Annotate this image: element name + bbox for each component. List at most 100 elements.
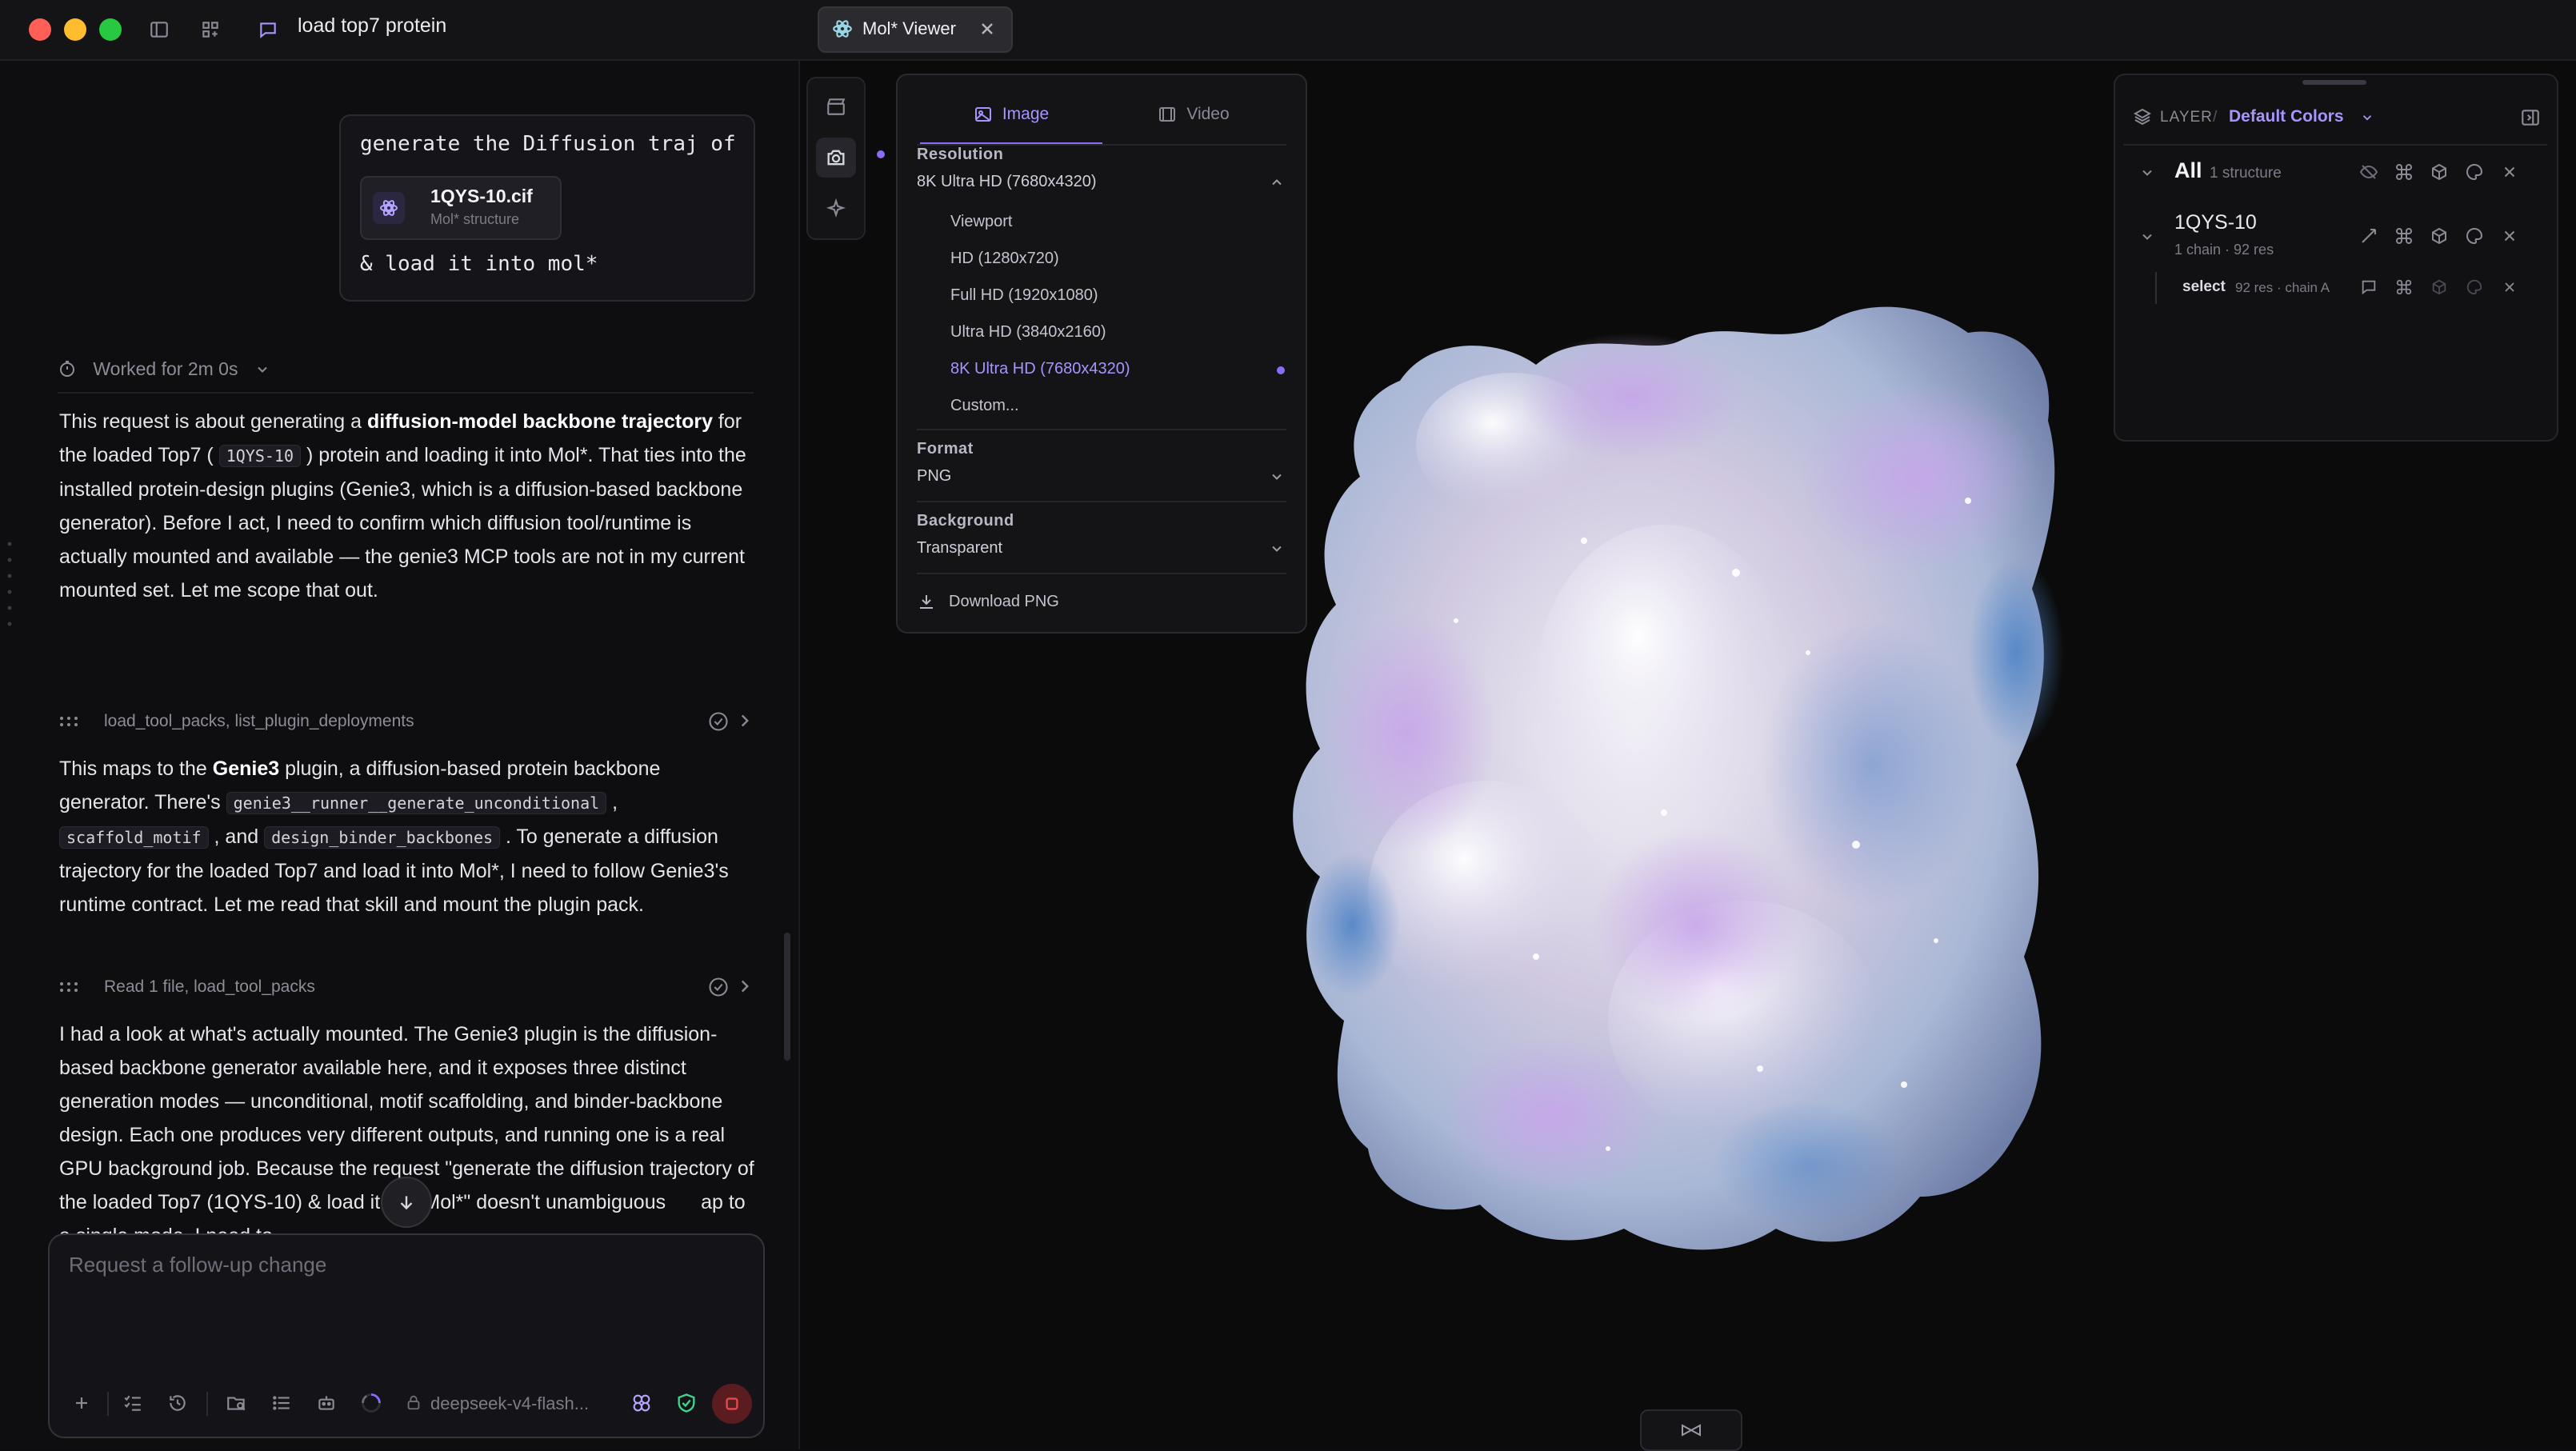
resolution-select[interactable]: 8K Ultra HD (7680x4320) xyxy=(917,173,1097,191)
resolution-option[interactable]: Custom... xyxy=(950,397,1019,415)
panel-drag-handle[interactable] xyxy=(2302,80,2366,85)
structure-name[interactable]: 1QYS-10 xyxy=(2174,211,2257,234)
all-layers-label[interactable]: All xyxy=(2174,158,2202,183)
screenshot-button[interactable] xyxy=(816,138,856,178)
eye-off-icon[interactable] xyxy=(2357,160,2381,184)
chevron-right-icon xyxy=(741,714,749,727)
structure-count: 1 structure xyxy=(2210,165,2282,182)
color-scheme-select[interactable]: Default Colors xyxy=(2229,107,2344,126)
sequence-panel-toggle[interactable] xyxy=(1640,1409,1742,1451)
molstar-icon xyxy=(373,192,405,224)
comment-icon[interactable] xyxy=(2357,275,2381,299)
cube-icon[interactable] xyxy=(2427,160,2451,184)
divider xyxy=(917,429,1286,430)
layer-label: LAYER xyxy=(2160,109,2213,126)
chevron-down-icon[interactable] xyxy=(2360,110,2374,125)
checklist-button[interactable] xyxy=(117,1387,149,1419)
tool-call-row[interactable]: load_tool_packs, list_plugin_deployments xyxy=(59,706,755,737)
chevron-up-icon[interactable] xyxy=(1269,174,1285,190)
resolution-option[interactable]: Viewport xyxy=(950,213,1012,231)
format-label: Format xyxy=(917,440,974,458)
brain-button[interactable] xyxy=(626,1387,658,1419)
tab-video[interactable]: Video xyxy=(1102,86,1285,142)
close-icon[interactable] xyxy=(2498,275,2522,299)
image-icon xyxy=(974,107,991,122)
palette-icon[interactable] xyxy=(2462,160,2486,184)
chevron-down-icon[interactable] xyxy=(2139,229,2155,245)
chat-panel: generate the Diffusion traj of 1QYS-10.c… xyxy=(0,61,800,1449)
follow-up-input[interactable] xyxy=(67,1251,742,1350)
drag-handle[interactable] xyxy=(6,541,13,641)
background-select[interactable]: Transparent xyxy=(917,539,1002,558)
composer: deepseek-v4-flash... xyxy=(48,1233,765,1438)
assistant-paragraph-2: This maps to the Genie3 plugin, a diffus… xyxy=(59,757,729,916)
format-select[interactable]: PNG xyxy=(917,467,951,486)
molstar-viewer[interactable]: Image Video Resolution 8K Ultra HD (7680… xyxy=(800,61,2576,1451)
download-label: Download PNG xyxy=(949,592,1059,610)
close-icon[interactable] xyxy=(978,19,997,42)
resolution-option[interactable]: HD (1280x720) xyxy=(950,250,1059,268)
background-label: Background xyxy=(917,512,1014,530)
divider xyxy=(107,1392,109,1416)
resolution-option[interactable]: Ultra HD (3840x2160) xyxy=(950,323,1106,342)
scroll-to-bottom-button[interactable] xyxy=(381,1177,432,1228)
separator: / xyxy=(2213,109,2218,126)
sparkles-icon xyxy=(826,198,846,218)
layout-grid-icon[interactable] xyxy=(197,16,224,43)
divider xyxy=(917,573,1286,574)
layers-icon xyxy=(2133,108,2152,126)
close-icon[interactable] xyxy=(2498,224,2522,248)
effects-button[interactable] xyxy=(816,189,856,229)
layers-panel: LAYER / Default Colors All 1 structure 1… xyxy=(2114,74,2558,442)
command-icon[interactable] xyxy=(2392,275,2416,299)
cube-icon[interactable] xyxy=(2427,275,2451,299)
divider xyxy=(206,1392,208,1416)
add-attachment-button[interactable] xyxy=(66,1387,98,1419)
divider xyxy=(58,392,754,394)
minimize-window-button[interactable] xyxy=(64,18,86,41)
permissions-button[interactable] xyxy=(670,1387,702,1419)
close-window-button[interactable] xyxy=(29,18,51,41)
resolution-option-selected[interactable]: 8K Ultra HD (7680x4320) xyxy=(950,360,1130,378)
stop-button[interactable] xyxy=(712,1384,752,1424)
stop-icon xyxy=(726,1397,738,1410)
command-icon[interactable] xyxy=(2392,160,2416,184)
command-icon[interactable] xyxy=(2392,224,2416,248)
cube-icon[interactable] xyxy=(2427,224,2451,248)
collapse-panel-icon[interactable] xyxy=(2520,107,2541,128)
chevron-down-icon[interactable] xyxy=(2139,165,2155,181)
file-attachment-chip[interactable]: 1QYS-10.cif Mol* structure xyxy=(360,176,562,240)
animation-button[interactable] xyxy=(816,86,856,126)
palette-icon[interactable] xyxy=(2462,275,2486,299)
conversation-title: load top7 protein xyxy=(298,14,447,37)
tab-molstar-viewer[interactable]: Mol* Viewer xyxy=(818,6,1013,53)
focus-icon[interactable] xyxy=(2357,224,2381,248)
history-button[interactable] xyxy=(162,1387,194,1419)
file-name: 1QYS-10.cif xyxy=(430,186,533,206)
tab-image[interactable]: Image xyxy=(920,86,1102,145)
selection-label[interactable]: select xyxy=(2182,278,2226,296)
close-icon[interactable] xyxy=(2498,160,2522,184)
resolution-label: Resolution xyxy=(917,146,1004,163)
model-selector[interactable]: deepseek-v4-flash... xyxy=(430,1393,589,1414)
chat-scrollbar[interactable] xyxy=(784,933,790,1061)
camera-icon xyxy=(827,150,845,166)
user-message-line2: & load it into mol* xyxy=(360,252,598,276)
spinner-icon xyxy=(362,1393,381,1413)
worked-duration[interactable]: Worked for 2m 0s xyxy=(58,358,270,380)
folder-search-button[interactable] xyxy=(221,1387,253,1419)
worked-label: Worked for 2m 0s xyxy=(93,358,238,379)
history-icon xyxy=(170,1395,186,1411)
agent-button[interactable] xyxy=(310,1387,342,1419)
export-panel: Image Video Resolution 8K Ultra HD (7680… xyxy=(896,74,1307,634)
resolution-option[interactable]: Full HD (1920x1080) xyxy=(950,286,1098,305)
palette-icon[interactable] xyxy=(2462,224,2486,248)
protein-surface-render[interactable] xyxy=(1248,237,2112,1317)
download-png-button[interactable]: Download PNG xyxy=(917,586,1059,618)
checklist-icon xyxy=(124,1395,141,1411)
list-button[interactable] xyxy=(266,1387,298,1419)
maximize-window-button[interactable] xyxy=(99,18,122,41)
tree-line xyxy=(2155,272,2157,304)
bowtie-icon xyxy=(1682,1424,1701,1437)
sidebar-toggle-icon[interactable] xyxy=(146,16,173,43)
